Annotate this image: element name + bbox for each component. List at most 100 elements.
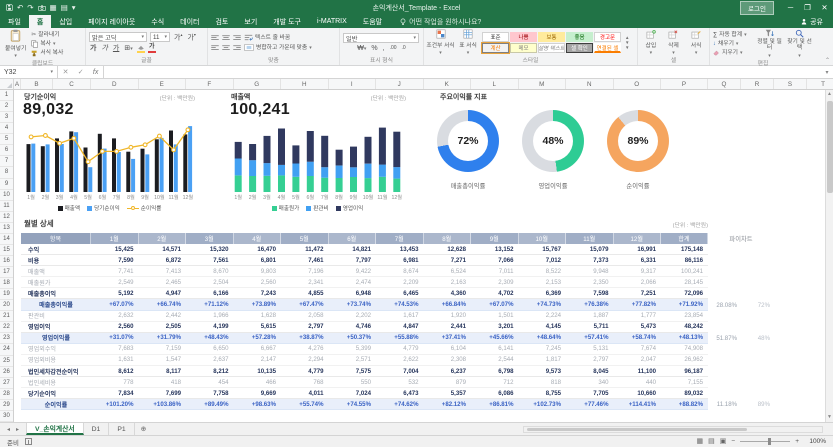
wrap-text-button[interactable]: 텍스트 줄 바꿈 <box>244 34 290 42</box>
table-cell[interactable]: 4,746 <box>329 322 377 333</box>
table-cell[interactable]: 96,187 <box>661 366 708 377</box>
table-cell[interactable]: 8,522 <box>519 266 567 277</box>
net-income-chart[interactable]: 1월2월3월4월5월6월7월8월9월10월11월12월 <box>24 124 195 202</box>
align-left-icon[interactable] <box>211 45 219 51</box>
row-header-19[interactable]: 19 <box>0 289 13 300</box>
column-header-I[interactable]: I <box>329 79 377 89</box>
row-label[interactable]: 법인세차감전순이익 <box>21 366 91 377</box>
column-header-E[interactable]: E <box>139 79 187 89</box>
row-header-9[interactable]: 9 <box>0 179 13 190</box>
table-column-1월[interactable]: 1월 <box>91 233 139 244</box>
table-cell[interactable]: 2,632 <box>91 311 139 322</box>
table-cell[interactable]: 2,147 <box>234 355 282 366</box>
bold-button[interactable]: 가 <box>89 45 97 52</box>
add-sheet-button[interactable]: ⊕ <box>135 423 153 435</box>
table-cell[interactable]: 712 <box>471 377 519 388</box>
table-cell[interactable]: +66.74% <box>139 299 187 310</box>
row-label[interactable]: 판관비 <box>21 311 91 322</box>
vertical-scrollbar-thumb[interactable] <box>827 101 833 193</box>
table-cell[interactable]: 5,131 <box>566 344 614 355</box>
table-cell[interactable]: 2,797 <box>566 355 614 366</box>
insert-function-icon[interactable]: fx <box>93 69 98 76</box>
cancel-icon[interactable]: ✕ <box>63 68 69 76</box>
table-cell[interactable]: 2,309 <box>471 277 519 288</box>
row-header-23[interactable]: 23 <box>0 333 13 344</box>
table-cell[interactable]: 10,135 <box>234 366 282 377</box>
format-as-table-button[interactable]: 표 서식▾ <box>457 29 479 56</box>
insert-cells-button[interactable]: 삽입▾ <box>643 30 658 56</box>
row-header-16[interactable]: 16 <box>0 256 13 267</box>
table-cell[interactable]: +58.74% <box>614 333 662 344</box>
font-size-select[interactable]: 11▾ <box>150 32 170 42</box>
decrease-decimal-button[interactable]: .0 <box>401 46 407 51</box>
table-cell[interactable]: +114.41% <box>614 399 662 410</box>
clear-button[interactable]: 지우기▾ <box>713 49 753 57</box>
table-cell[interactable]: 7,066 <box>471 255 519 266</box>
table-cell[interactable]: 4,276 <box>281 344 329 355</box>
column-header-D[interactable]: D <box>91 79 139 89</box>
cell-style-bad[interactable]: 나쁨 <box>510 32 537 42</box>
row-header-3[interactable]: 3 <box>0 112 13 123</box>
table-cell[interactable]: 466 <box>234 377 282 388</box>
table-cell[interactable]: 8,612 <box>91 366 139 377</box>
row-header-10[interactable]: 10 <box>0 190 13 201</box>
scroll-up-icon[interactable]: ▲ <box>826 90 833 99</box>
table-cell[interactable]: +67.07% <box>91 299 139 310</box>
horizontal-scrollbar[interactable] <box>523 426 823 433</box>
table-cell[interactable]: 1,966 <box>186 311 234 322</box>
zoom-level[interactable]: 100% <box>804 438 826 445</box>
sheet-nav-arrows[interactable]: ◂▸ <box>0 423 26 435</box>
table-cell[interactable]: 2,066 <box>614 277 662 288</box>
table-cell[interactable]: 6,331 <box>614 255 662 266</box>
table-cell[interactable]: 7,674 <box>614 344 662 355</box>
table-cell[interactable]: 4,145 <box>519 322 567 333</box>
table-cell[interactable]: 9,317 <box>614 266 662 277</box>
percent-style-button[interactable]: % <box>370 45 378 52</box>
zoom-slider-thumb[interactable] <box>768 438 771 445</box>
horizontal-scrollbar-thumb[interactable] <box>527 428 747 431</box>
table-column-12월[interactable]: 12월 <box>614 233 662 244</box>
table-cell[interactable]: 2,058 <box>281 311 329 322</box>
underline-button[interactable]: 가 <box>112 45 120 52</box>
row-header-6[interactable]: 6 <box>0 145 13 156</box>
table-cell[interactable]: 2,047 <box>614 355 662 366</box>
ribbon-tab-2[interactable]: 삽입 <box>51 15 80 28</box>
align-bottom-icon[interactable] <box>233 35 241 41</box>
row-label[interactable]: 수익 <box>21 244 91 255</box>
table-cell[interactable]: 6,667 <box>234 344 282 355</box>
row-label[interactable]: 매출총이익률 <box>21 299 91 310</box>
table-cell[interactable]: 8,755 <box>519 388 567 399</box>
column-header-H[interactable]: H <box>281 79 329 89</box>
table-cell[interactable]: 7,251 <box>614 288 662 299</box>
table-cell[interactable]: +82.12% <box>424 399 472 410</box>
table-cell[interactable]: 74,908 <box>661 344 708 355</box>
table-cell[interactable]: 2,441 <box>424 322 472 333</box>
table-cell[interactable]: 8,674 <box>376 266 424 277</box>
table-cell[interactable]: 9,948 <box>566 266 614 277</box>
row-label[interactable]: 당기순이익 <box>21 388 91 399</box>
table-cell[interactable]: +103.86% <box>139 399 187 410</box>
table-cell[interactable]: 2,202 <box>329 311 377 322</box>
format-cells-button[interactable]: 서식▾ <box>689 30 704 56</box>
table-cell[interactable]: 11,472 <box>281 244 329 255</box>
table-cell[interactable]: +101.20% <box>91 399 139 410</box>
table-cell[interactable]: +74.62% <box>376 399 424 410</box>
row-header-26[interactable]: 26 <box>0 367 13 378</box>
column-header-R[interactable]: R <box>741 79 774 89</box>
table-cell[interactable]: 5,192 <box>91 288 139 299</box>
scroll-down-icon[interactable]: ▼ <box>826 413 833 422</box>
column-header-S[interactable]: S <box>774 79 807 89</box>
row-header-13[interactable]: 13 <box>0 223 13 234</box>
table-cell[interactable]: 15,425 <box>91 244 139 255</box>
cell-style-normal[interactable]: 표준 <box>482 32 509 42</box>
align-center-icon[interactable] <box>222 45 230 51</box>
table-cell[interactable]: 7,758 <box>186 388 234 399</box>
table-cell[interactable]: 8,670 <box>186 266 234 277</box>
table-cell[interactable]: 9,803 <box>234 266 282 277</box>
table-cell[interactable]: 9,669 <box>234 388 282 399</box>
table-cell[interactable]: 7,699 <box>139 388 187 399</box>
table-cell[interactable]: +77.82% <box>614 299 662 310</box>
row-header-7[interactable]: 7 <box>0 156 13 167</box>
table-cell[interactable]: +55.88% <box>376 333 424 344</box>
row-header-14[interactable]: 14 <box>0 234 13 245</box>
